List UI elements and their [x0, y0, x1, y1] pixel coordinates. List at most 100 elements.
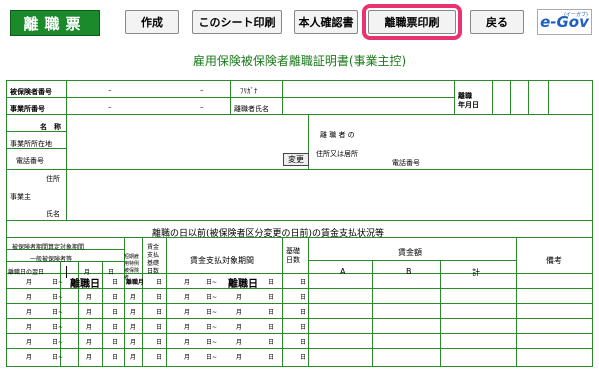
grid-line	[142, 237, 143, 366]
grid-line	[66, 80, 67, 114]
identity-confirmation-button[interactable]: 本人確認書	[294, 10, 358, 34]
column-b-label: B	[406, 267, 412, 276]
grid-line	[510, 80, 511, 114]
back-button[interactable]: 戻る	[470, 10, 524, 34]
row-month-4: 月	[184, 294, 191, 301]
grid-line	[6, 366, 593, 367]
row-month-5: 月	[236, 354, 243, 361]
row-month-2: 月	[86, 309, 93, 316]
row-month-2: 月	[86, 324, 93, 331]
grid-line	[592, 80, 593, 366]
separation-date-label: 離職 年月日	[458, 92, 479, 109]
row-day-6: 日	[300, 309, 307, 316]
form-title-tab: 離職票	[10, 10, 100, 36]
toolbar: 離職票 作成 このシート印刷 本人確認書 離職票印刷 戻る e-Gov (イーガ…	[0, 0, 599, 44]
row-month: 月	[26, 339, 33, 346]
office-phone-label: 電話番号	[16, 157, 44, 165]
grid-line	[282, 80, 283, 114]
office-number-label: 事業所番号	[10, 105, 45, 113]
grid-line	[6, 220, 592, 221]
row-day-6: 日	[300, 279, 307, 286]
row-day-4: 日~	[206, 339, 218, 346]
office-address-label: 事業所所在地	[10, 140, 52, 148]
row-day-6: 日	[300, 339, 307, 346]
insured-number-dash-1: –	[108, 86, 112, 94]
grid-line	[516, 237, 517, 366]
grid-line	[230, 97, 454, 98]
row-month-4: 月	[184, 354, 191, 361]
general-insured-label: 一般被保険者等	[30, 256, 73, 263]
change-button[interactable]: 変更	[283, 153, 309, 166]
office-number-dash-2: –	[200, 103, 204, 111]
row-day-4: 日~	[206, 279, 218, 286]
row-day-5: 日	[268, 279, 275, 286]
row-day: 日~	[52, 339, 64, 346]
row-month-5: 月	[236, 339, 243, 346]
grid-line	[528, 80, 529, 114]
office-name-label: 名 称	[40, 123, 61, 131]
row-month-3: 月	[130, 354, 137, 361]
employer-name-label: 氏名	[46, 210, 60, 218]
row-day-2: 日	[112, 309, 119, 316]
grid-line	[6, 169, 308, 170]
row-day-2: 日	[112, 339, 119, 346]
row-day-4: 日~	[206, 324, 218, 331]
row-day-2: 日	[112, 354, 119, 361]
row-month: 月	[26, 309, 33, 316]
row-day-2: 日	[112, 279, 119, 286]
row-day-6: 日	[300, 354, 307, 361]
wage-days-label: 賃金支払基礎日数	[147, 244, 160, 275]
row-month-3: 月	[130, 339, 137, 346]
row-day-3: 日	[156, 339, 163, 346]
text-cursor	[66, 266, 67, 278]
print-separation-slip-button[interactable]: 離職票印刷	[362, 4, 462, 40]
egov-link[interactable]: e-Gov (イーガブ)	[537, 9, 592, 35]
create-button[interactable]: 作成	[125, 10, 179, 34]
row-day-5: 日	[268, 339, 275, 346]
row-month: 月	[26, 279, 33, 286]
grid-line	[6, 80, 7, 366]
separation-month-label: 離職月	[126, 279, 145, 286]
row-day-2: 日	[112, 294, 119, 301]
insured-number-label: 被保険者番号	[10, 88, 52, 96]
row-month-4: 月	[184, 324, 191, 331]
row-day-4: 日~	[206, 309, 218, 316]
grid-line	[6, 303, 592, 304]
row-month-3: 月	[130, 324, 137, 331]
row-month-3: 月	[130, 294, 137, 301]
page-title: 雇用保険被保険者離職証明書(事業主控)	[192, 54, 407, 68]
period-header-label: 被保険者期間算定対象期間	[12, 244, 85, 251]
egov-small-label: (イーガブ)	[564, 12, 588, 18]
row-day-3: 日	[156, 309, 163, 316]
grid-line	[492, 80, 493, 114]
grid-line	[102, 261, 103, 366]
office-number-dash-1: –	[108, 103, 112, 111]
row-month: 月	[26, 354, 33, 361]
pay-period-label: 賃金支払対象期間	[190, 256, 254, 265]
separated-name-label: 離職者氏名	[234, 105, 269, 113]
grid-line	[308, 260, 516, 261]
grid-line	[230, 114, 592, 115]
insured-number-dash-2: –	[200, 86, 204, 94]
row-month-2: 月	[86, 354, 93, 361]
separation-day-label-2: 離職日	[228, 279, 258, 290]
row-month-5: 月	[236, 309, 243, 316]
separated-person-label: 離 職 者 の	[320, 131, 355, 139]
separation-day-label: 離職日	[70, 279, 100, 290]
row-day-5: 日	[268, 324, 275, 331]
print-sheet-button[interactable]: このシート印刷	[192, 10, 282, 34]
grid-line	[6, 333, 592, 334]
row-day-6: 日	[300, 294, 307, 301]
row-day-5: 日	[268, 354, 275, 361]
row-day: 日~	[52, 354, 64, 361]
base-days-label: 基礎日数	[286, 247, 300, 264]
grid-line	[66, 114, 67, 220]
grid-line	[372, 260, 373, 366]
column-a-label: A	[340, 267, 346, 276]
employer-label: 事業主	[10, 193, 31, 201]
grid-line	[6, 273, 592, 274]
row-day: 日~	[52, 294, 64, 301]
row-day-5: 日	[268, 294, 275, 301]
grid-line	[548, 80, 549, 114]
row-month-2: 月	[86, 339, 93, 346]
